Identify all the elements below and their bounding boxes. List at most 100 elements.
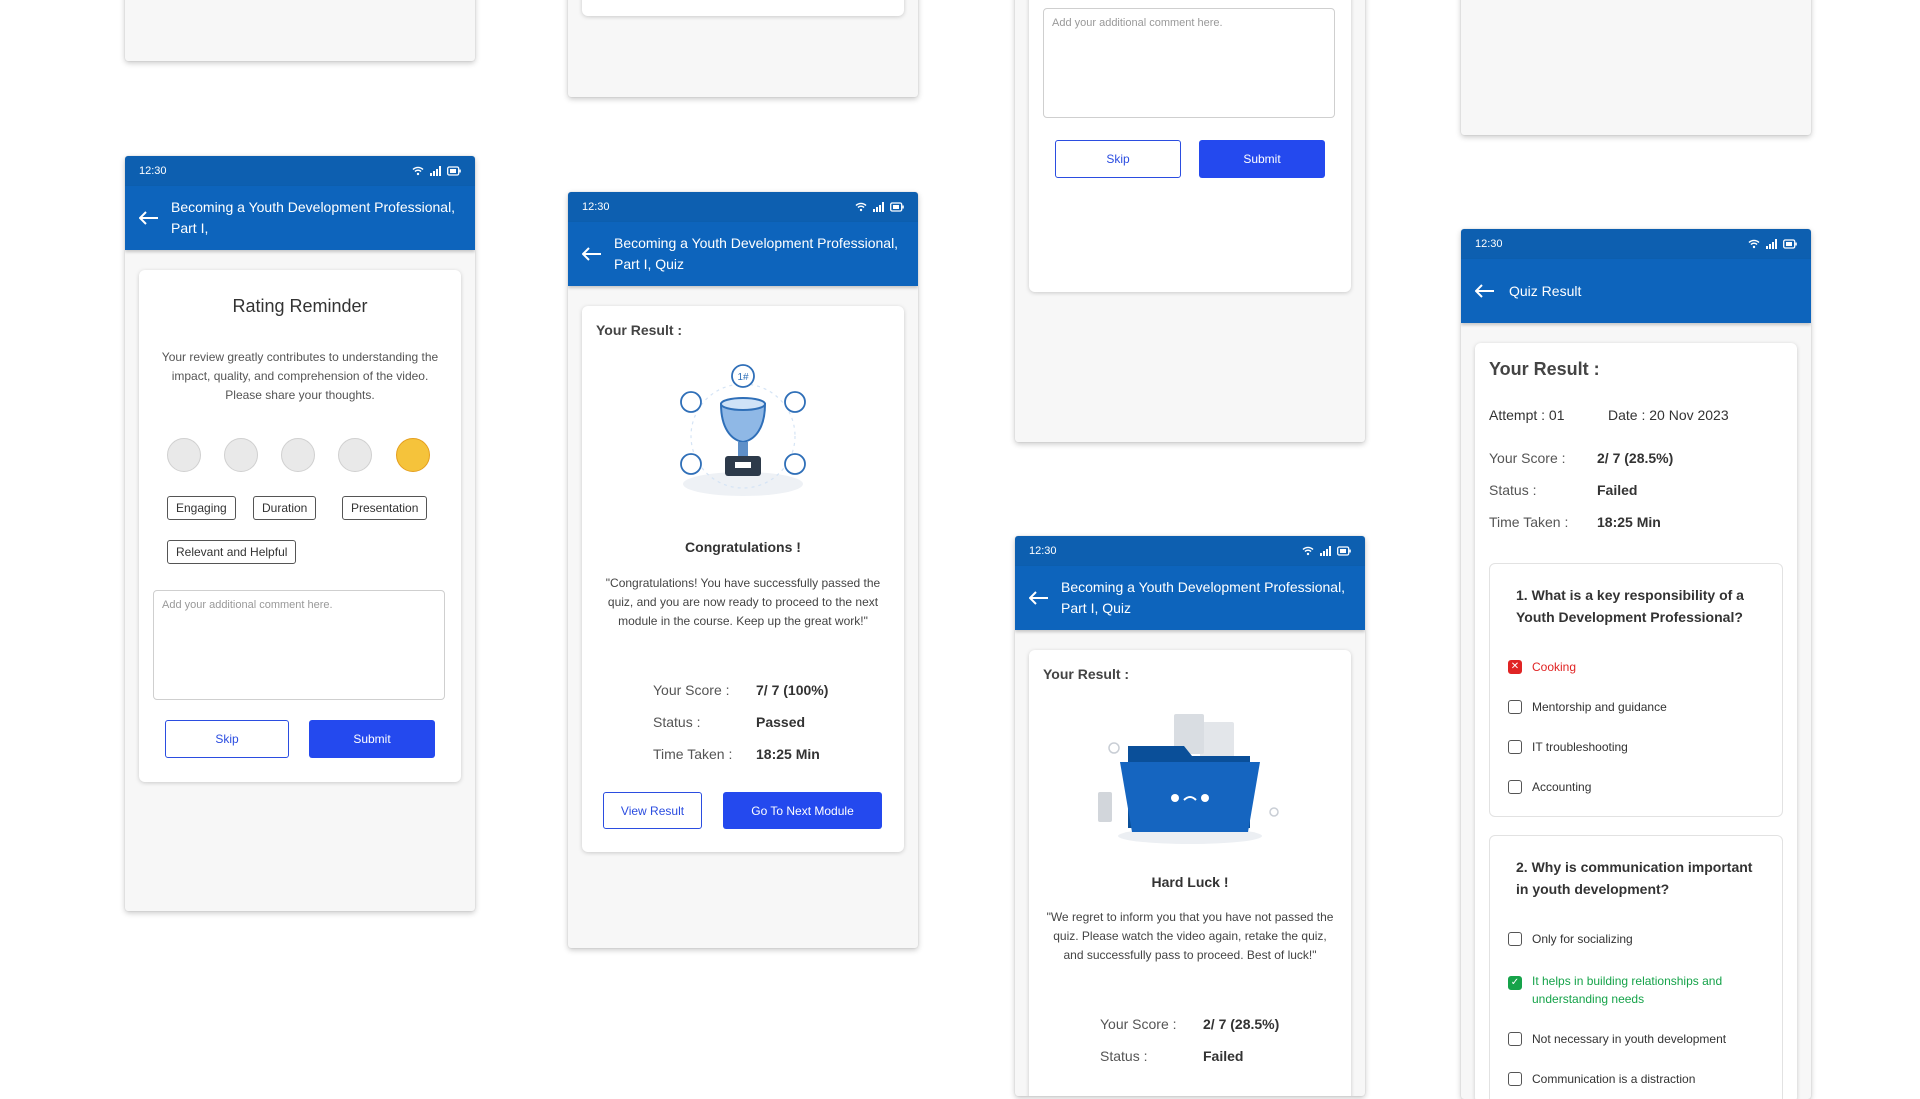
checkbox-icon [1508,932,1522,946]
option-label: Not necessary in youth development [1532,1032,1727,1046]
question-text: 2. Why is communication important in you… [1516,859,1753,897]
checkbox-icon [1508,740,1522,754]
phone-fragment-col1-top [125,0,475,61]
score-value: 2/ 7 (28.5%) [1203,1016,1280,1032]
happy-face-icon[interactable] [338,438,372,472]
status-bar: 12:30 [1461,229,1811,259]
time-label: Time Taken : [653,746,733,762]
skip-button[interactable]: Skip [1055,140,1181,178]
status-time: 12:30 [1029,545,1057,557]
wifi-icon [412,166,424,176]
tag-presentation[interactable]: Presentation [342,496,428,520]
back-arrow-icon[interactable] [1029,591,1049,605]
result-card: Your Result : Hard Luck ! "We regret to … [1029,650,1351,1096]
option[interactable]: Mentorship and guidance [1508,700,1667,714]
submit-button[interactable]: Submit [309,720,435,758]
time-label: Time Taken : [1489,514,1569,530]
comment-input[interactable]: Add your additional comment here. [153,590,445,700]
sad-folder-illustration [1098,714,1279,844]
tag-duration[interactable]: Duration [253,496,317,520]
app-bar: Quiz Result [1461,259,1811,323]
status-bar: 12:30 [1015,536,1365,566]
status-label: Status : [1489,482,1537,498]
option-label: Mentorship and guidance [1532,700,1667,714]
battery-icon [1783,239,1797,249]
question-card-2: 2. Why is communication important in you… [1489,835,1783,1099]
option-label: Accounting [1532,780,1592,794]
app-title: Becoming a Youth Development Professiona… [1061,579,1346,616]
back-arrow-icon[interactable] [582,247,602,261]
checkbox-icon [1508,700,1522,714]
result-title: Hard Luck ! [1151,874,1229,890]
status-bar: 12:30 [125,156,475,186]
back-arrow-icon[interactable] [1475,284,1497,298]
phone-fragment-col4-top [1461,0,1811,135]
phone-fragment-col3-top: Add your additional comment here. Skip S… [1015,0,1365,442]
time-value: 18:25 Min [756,746,820,762]
tag-relevant-and-helpful[interactable]: Relevant and Helpful [167,540,297,564]
option-correct[interactable]: ✓ It helps in building relationships and… [1508,972,1748,1008]
checkbox-icon [1508,780,1522,794]
rating-card: Rating Reminder Your review greatly cont… [139,270,461,782]
comment-input[interactable]: Add your additional comment here. [1043,8,1335,118]
app-bar: Becoming a Youth Development Professiona… [568,222,918,286]
result-title: Congratulations ! [685,539,801,555]
back-arrow-icon[interactable] [139,211,159,225]
wifi-icon [1748,239,1760,249]
time-value: 18:25 Min [1597,514,1661,530]
status-value: Failed [1597,482,1638,498]
phone-fragment-col2-top [568,0,918,97]
status-time: 12:30 [139,165,167,177]
option-label: Only for socializing [1532,932,1633,946]
app-title: Becoming a Youth Development Professiona… [614,235,899,272]
go-to-next-module-button[interactable]: Go To Next Module [723,792,882,829]
result-message: "Congratulations! You have successfully … [605,576,881,628]
app-title: Becoming a Youth Development Professiona… [171,199,456,236]
very-sad-face-icon[interactable] [167,438,201,472]
checkbox-icon [1508,1032,1522,1046]
sad-face-icon[interactable] [224,438,258,472]
skip-button[interactable]: Skip [165,720,289,758]
option-wrong-selected[interactable]: ✕ Cooking [1508,660,1576,674]
phone-quiz-passed: 12:30 Becoming a Youth Development Profe… [568,192,918,948]
checkbox-icon [1508,1072,1522,1086]
score-value: 2/ 7 (28.5%) [1597,450,1674,466]
card-fragment [582,0,904,16]
card-fragment: Add your additional comment here. Skip S… [1029,0,1351,292]
battery-icon [1337,546,1351,556]
battery-icon [447,166,461,176]
trophy-illustration: 1# [680,364,806,496]
signal-icon [1320,546,1331,556]
score-value: 7/ 7 (100%) [756,682,829,698]
option[interactable]: Accounting [1508,780,1591,794]
result-message: "We regret to inform you that you have n… [1046,910,1334,962]
view-result-button[interactable]: View Result [603,792,702,829]
result-card: Your Result : Attempt : 01 Date : 20 Nov… [1475,343,1797,1099]
app-title: Quiz Result [1509,282,1582,299]
result-card: Your Result : 1# Congratulations ! "Cong… [582,306,904,852]
signal-icon [430,166,441,176]
result-heading: Your Result : [1489,359,1600,379]
love-face-icon[interactable] [396,438,430,472]
result-heading: Your Result : [596,322,683,338]
option[interactable]: Only for socializing [1508,932,1633,946]
submit-button[interactable]: Submit [1199,140,1325,178]
app-bar: Becoming a Youth Development Professiona… [1015,566,1365,630]
svg-text:1#: 1# [737,372,749,383]
option[interactable]: Not necessary in youth development [1508,1032,1726,1046]
status-label: Status : [1100,1048,1148,1064]
app-bar: Becoming a Youth Development Professiona… [125,186,475,250]
phone-quiz-failed: 12:30 Becoming a Youth Development Profe… [1015,536,1365,1096]
option-label: It helps in building relationships and u… [1532,974,1723,1006]
option[interactable]: IT troubleshooting [1508,740,1628,754]
option[interactable]: Communication is a distraction [1508,1072,1695,1086]
rating-description: Your review greatly contributes to under… [161,350,439,402]
tag-engaging[interactable]: Engaging [167,496,236,520]
status-value: Passed [756,714,806,730]
rating-heading: Rating Reminder [232,296,368,316]
date-text: Date : 20 Nov 2023 [1608,407,1729,423]
neutral-face-icon[interactable] [281,438,315,472]
option-label: IT troubleshooting [1532,740,1628,754]
option-label: Communication is a distraction [1532,1072,1696,1086]
wifi-icon [1302,546,1314,556]
